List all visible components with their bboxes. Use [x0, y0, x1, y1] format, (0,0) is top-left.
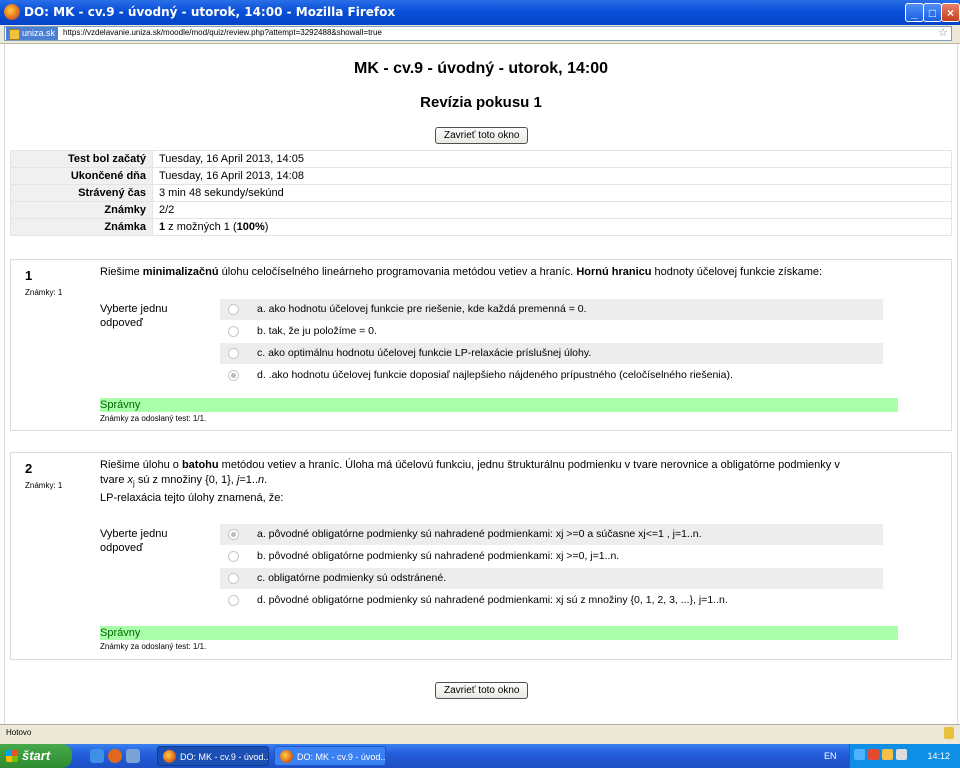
- result-correct: Správny: [100, 398, 898, 412]
- question-1: 1 Známky: 1 Riešime minimalizačnú úlohu …: [10, 259, 952, 431]
- table-row: Ukončené dňa Tuesday, 16 April 2013, 14:0…: [10, 167, 952, 185]
- answer-prompt: Vyberte jednu odpoveď: [100, 303, 168, 329]
- radio-button-selected[interactable]: [228, 370, 239, 381]
- radio-button[interactable]: [228, 595, 239, 606]
- taskbar: štart DO: MK - cv.9 - úvod... DO: MK - c…: [0, 744, 960, 768]
- answer-option-b[interactable]: b. pôvodné obligatórne podmienky sú nahr…: [220, 546, 883, 567]
- radio-button-selected[interactable]: [228, 529, 239, 540]
- question-text: Riešime úlohu o batohu metódou vetiev a …: [100, 459, 840, 505]
- taskbar-item-window-2[interactable]: DO: MK - cv.9 - úvod...: [274, 746, 386, 766]
- lock-icon: [944, 727, 954, 739]
- answer-option-c[interactable]: c. obligatórne podmienky sú odstránené.: [220, 568, 883, 589]
- radio-button[interactable]: [228, 348, 239, 359]
- site-identity-button[interactable]: uniza.sk: [6, 27, 59, 40]
- ie-icon[interactable]: [90, 749, 104, 763]
- show-desktop-icon[interactable]: [126, 749, 140, 763]
- question-2: 2 Známky: 1 Riešime úlohu o batohu metód…: [10, 452, 952, 660]
- question-text: Riešime minimalizačnú úlohu celočíselnéh…: [100, 266, 823, 278]
- clock: 14:12: [927, 751, 950, 761]
- answer-option-d[interactable]: d. .ako hodnotu účelovej funkcie doposia…: [220, 365, 883, 386]
- question-footer: Známky za odoslaný test: 1/1.: [100, 414, 207, 423]
- answer-option-a[interactable]: a. ako hodnotu účelovej funkcie pre rieš…: [220, 299, 883, 320]
- question-marks: Známky: 1: [25, 481, 63, 490]
- page-subtitle: Revízia pokusu 1: [420, 94, 542, 111]
- minimize-button[interactable]: _: [905, 3, 924, 22]
- firefox-icon: [163, 750, 176, 763]
- question-marks: Známky: 1: [25, 288, 63, 297]
- page-content: MK - cv.9 - úvodný - utorok, 14:00 Revíz…: [4, 44, 958, 724]
- table-row: Známka 1 z možných 1 (100%): [10, 218, 952, 236]
- answer-prompt: Vyberte jednu odpoveď: [100, 528, 168, 554]
- result-correct: Správny: [100, 626, 898, 640]
- answer-option-c[interactable]: c. ako optimálnu hodnotu účelovej funkci…: [220, 343, 883, 364]
- close-window-button-top[interactable]: Zavrieť toto okno: [435, 127, 529, 144]
- close-window-button[interactable]: ×: [941, 3, 960, 22]
- radio-button[interactable]: [228, 304, 239, 315]
- address-input[interactable]: uniza.sk https://vzdelavanie.uniza.sk/mo…: [4, 26, 952, 41]
- system-tray: EN 14:12: [824, 744, 960, 768]
- app-tray-icon[interactable]: [882, 749, 893, 760]
- answer-option-a[interactable]: a. pôvodné obligatórne podmienky sú nahr…: [220, 524, 883, 545]
- table-row: Test bol začatý Tuesday, 16 April 2013, 1…: [10, 150, 952, 168]
- firefox-icon: [280, 750, 293, 763]
- firefox-icon: [4, 4, 20, 20]
- language-indicator[interactable]: EN: [824, 751, 837, 761]
- radio-button[interactable]: [228, 326, 239, 337]
- maximize-button[interactable]: □: [923, 3, 942, 22]
- site-favicon-icon: [9, 29, 20, 40]
- page-title: MK - cv.9 - úvodný - utorok, 14:00: [354, 60, 608, 77]
- window-title: DO: MK - cv.9 - úvodný - utorok, 14:00 -…: [24, 5, 396, 19]
- status-bar: Hotovo: [0, 724, 960, 745]
- taskbar-item-window-1[interactable]: DO: MK - cv.9 - úvod...: [157, 746, 269, 766]
- start-button[interactable]: štart: [0, 744, 72, 768]
- radio-button[interactable]: [228, 551, 239, 562]
- url-text: https://vzdelavanie.uniza.sk/moodle/mod/…: [63, 28, 382, 37]
- question-number: 1: [25, 268, 33, 283]
- attempt-summary-table: Test bol začatý Tuesday, 16 April 2013, 1…: [10, 150, 952, 236]
- bookmark-star-icon[interactable]: ☆: [938, 27, 948, 40]
- address-bar-area: uniza.sk https://vzdelavanie.uniza.sk/mo…: [0, 25, 960, 44]
- site-identity-label: uniza.sk: [22, 28, 56, 38]
- answer-option-d[interactable]: d. pôvodné obligatórne podmienky sú nahr…: [220, 590, 883, 611]
- antivirus-icon[interactable]: [868, 749, 879, 760]
- radio-button[interactable]: [228, 573, 239, 584]
- close-window-button-bottom[interactable]: Zavrieť toto okno: [435, 682, 529, 699]
- question-number: 2: [25, 461, 33, 476]
- windows-flag-icon: [6, 750, 18, 762]
- question-footer: Známky za odoslaný test: 1/1.: [100, 642, 207, 651]
- table-row: Strávený čas 3 min 48 sekundy/sekúnd: [10, 184, 952, 202]
- network-icon[interactable]: [854, 749, 865, 760]
- status-text: Hotovo: [6, 728, 32, 737]
- firefox-quicklaunch-icon[interactable]: [108, 749, 122, 763]
- window-titlebar: DO: MK - cv.9 - úvodný - utorok, 14:00 -…: [0, 0, 960, 25]
- volume-icon[interactable]: [896, 749, 907, 760]
- table-row: Známky 2/2: [10, 201, 952, 219]
- answer-option-b[interactable]: b. tak, že ju položíme = 0.: [220, 321, 883, 342]
